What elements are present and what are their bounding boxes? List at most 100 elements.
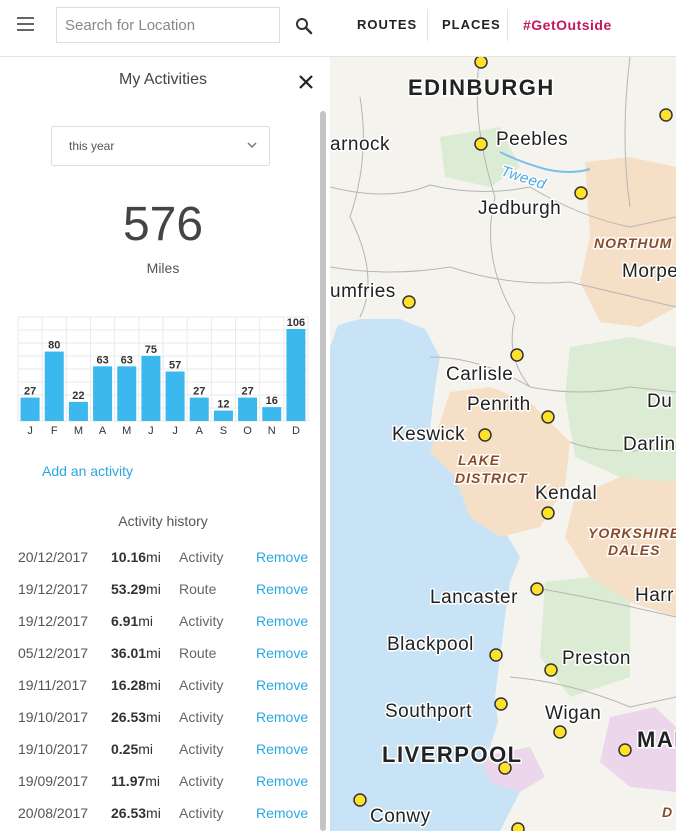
chart-tick-label: A	[99, 425, 107, 437]
place-marker-manchester[interactable]	[618, 743, 632, 757]
nav-divider	[427, 9, 428, 41]
activity-type: Route	[179, 645, 217, 661]
activity-distance: 26.53mi	[111, 805, 161, 821]
close-icon[interactable]	[297, 73, 315, 91]
activity-type: Activity	[179, 613, 224, 629]
miles-unit-label: Miles	[146, 260, 180, 276]
map-place-label[interactable]: umfries	[330, 280, 397, 304]
place-marker-southport[interactable]	[494, 697, 508, 711]
activity-date: 20/12/2017	[18, 549, 89, 565]
map-place-label[interactable]: YORKSHIRE	[587, 524, 676, 543]
nav-places[interactable]: PLACES	[442, 0, 501, 50]
place-marker-lancaster[interactable]	[530, 582, 544, 596]
map-place-label[interactable]: Conwy	[369, 805, 432, 829]
place-marker-peebles[interactable]	[474, 137, 488, 151]
map-place-label[interactable]: EDINBURGH	[407, 74, 555, 102]
chart-data-label: 27	[193, 386, 205, 398]
map-place-label[interactable]: Carlisle	[445, 363, 515, 387]
map-place-label[interactable]: D	[661, 803, 674, 822]
chart-bar	[20, 397, 40, 421]
chart-data-label: 57	[169, 360, 181, 372]
place-marker-conwy[interactable]	[353, 793, 367, 807]
monthly-miles-chart: 27 J 80 F 22 M 63 A 63 M 75 J 57 J 27 A 12 S 27 O 16 N 106 D	[17, 316, 309, 437]
map-place-label[interactable]: Penrith	[466, 393, 532, 417]
place-marker-penrith[interactable]	[541, 410, 555, 424]
activity-distance: 16.28mi	[111, 677, 161, 693]
activity-type: Activity	[179, 709, 224, 725]
map-place-label[interactable]: NORTHUM	[593, 234, 673, 253]
place-marker-jedburgh[interactable]	[574, 186, 588, 200]
chart-data-label: 27	[241, 386, 253, 398]
activity-distance-unit: mi	[138, 741, 154, 757]
map-place-label[interactable]: Harr	[634, 584, 676, 608]
chart-data-label: 106	[287, 317, 305, 329]
chart-bar	[117, 366, 137, 421]
place-marker-keswick[interactable]	[478, 428, 492, 442]
nav-routes[interactable]: ROUTES	[357, 0, 417, 50]
panel-scrollbar[interactable]	[320, 111, 326, 831]
place-marker-dumfries[interactable]	[402, 295, 416, 309]
activity-row: 19/12/2017 53.29mi Route Remove	[0, 574, 326, 606]
map-place-label[interactable]: Blackpool	[386, 633, 475, 657]
chevron-down-icon	[247, 142, 257, 149]
place-marker-wigan[interactable]	[553, 725, 567, 739]
place-marker-blackpool[interactable]	[489, 648, 503, 662]
place-marker[interactable]	[659, 108, 673, 122]
map-place-label[interactable]: Preston	[561, 647, 632, 671]
map-place-label[interactable]: Kendal	[534, 482, 599, 506]
remove-activity-button[interactable]: Remove	[256, 613, 308, 629]
map-place-label[interactable]: DISTRICT	[454, 469, 529, 488]
activity-row: 05/12/2017 36.01mi Route Remove	[0, 638, 326, 670]
remove-activity-button[interactable]: Remove	[256, 677, 308, 693]
remove-activity-button[interactable]: Remove	[256, 581, 308, 597]
chart-bar	[165, 371, 185, 421]
chart-tick-label: J	[172, 425, 178, 437]
map-place-label[interactable]: Darlin	[622, 433, 676, 457]
remove-activity-button[interactable]: Remove	[256, 805, 308, 821]
map-place-label[interactable]: LAKE	[457, 451, 501, 470]
activity-distance: 11.97mi	[111, 773, 160, 789]
chart-tick-label: F	[51, 425, 58, 437]
map[interactable]: EDINBURGH Peebles Tweed Jedburgh arnock NORTH…	[330, 57, 676, 831]
map-place-label[interactable]: Keswick	[391, 423, 467, 447]
map-place-label[interactable]: Peebles	[495, 128, 570, 152]
map-place-label[interactable]: LIVERPOOL	[381, 741, 523, 769]
chart-bar	[68, 401, 88, 421]
search-input[interactable]	[56, 7, 280, 43]
activity-distance-unit: mi	[146, 805, 161, 821]
activity-distance: 10.16mi	[111, 549, 161, 565]
map-place-label[interactable]: Morpe	[621, 260, 676, 284]
place-marker[interactable]	[511, 822, 525, 831]
panel-title: My Activities	[118, 71, 207, 88]
chart-data-label: 27	[24, 386, 36, 398]
remove-activity-button[interactable]: Remove	[256, 709, 308, 725]
map-place-label[interactable]: Lancaster	[429, 586, 520, 610]
remove-activity-button[interactable]: Remove	[256, 773, 308, 789]
nav-get-outside[interactable]: #GetOutside	[523, 0, 612, 50]
activity-date: 19/12/2017	[18, 581, 89, 597]
chart-data-label: 22	[72, 390, 84, 402]
menu-icon[interactable]	[17, 17, 34, 31]
map-place-label[interactable]: Du	[646, 390, 674, 414]
remove-activity-button[interactable]: Remove	[256, 741, 308, 757]
add-activity-link[interactable]: Add an activity	[42, 463, 133, 479]
chart-tick-label: D	[292, 425, 300, 437]
chart-tick-label: O	[243, 425, 252, 437]
map-place-label[interactable]: arnock	[330, 133, 391, 157]
chart-bar	[213, 410, 233, 421]
map-place-label[interactable]: Wigan	[544, 702, 603, 726]
place-marker-kendal[interactable]	[541, 506, 555, 520]
place-marker-edinburgh[interactable]	[474, 57, 488, 69]
map-place-label[interactable]: Southport	[384, 700, 474, 724]
map-place-label[interactable]: DALES	[607, 541, 661, 560]
map-place-label[interactable]: Jedburgh	[477, 197, 563, 221]
period-select[interactable]: this year	[51, 126, 270, 166]
map-place-label[interactable]: MAN	[636, 726, 676, 754]
remove-activity-button[interactable]: Remove	[256, 549, 308, 565]
search-icon[interactable]	[292, 14, 316, 38]
remove-activity-button[interactable]: Remove	[256, 645, 308, 661]
place-marker-carlisle[interactable]	[510, 348, 524, 362]
period-select-value: this year	[69, 139, 115, 153]
map-canvas[interactable]: EDINBURGHPeeblesTweedJedburgharnockNORTH…	[330, 57, 676, 831]
place-marker-preston[interactable]	[544, 663, 558, 677]
